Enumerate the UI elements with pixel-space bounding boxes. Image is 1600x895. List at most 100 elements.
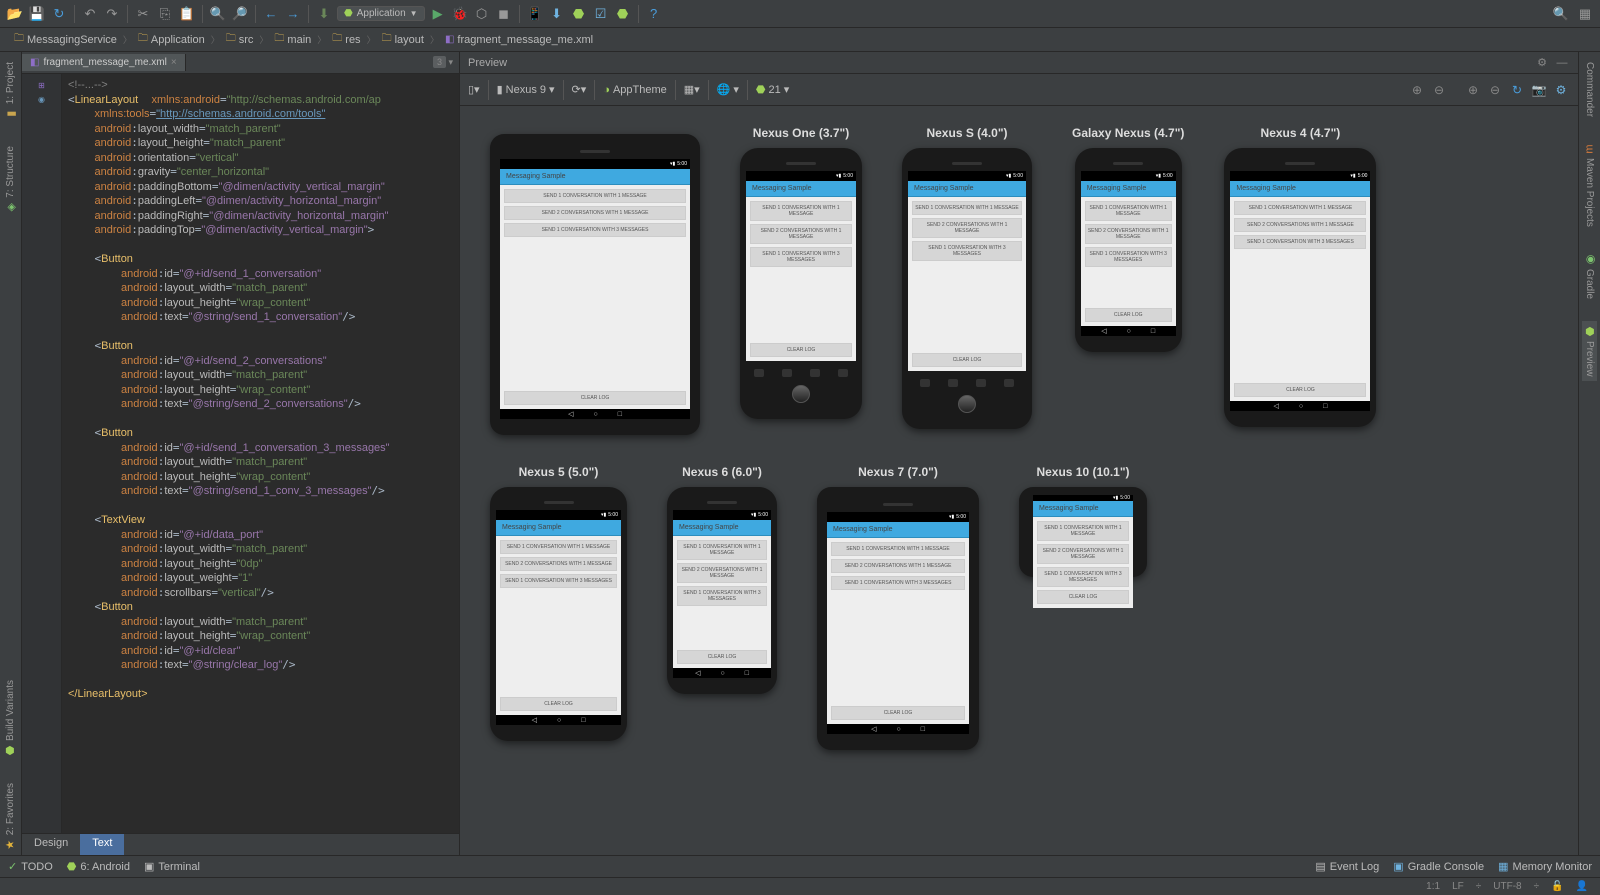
device-preview[interactable]: Nexus 10 (10.1")▾▮5:00Messaging SampleSE… xyxy=(1019,465,1147,750)
theme-dropdown[interactable]: ◑ AppTheme xyxy=(603,84,666,96)
code-editor[interactable]: <!--...--> <LinearLayout xmlns:android="… xyxy=(62,74,459,833)
tool-commander[interactable]: Commander xyxy=(1582,58,1597,121)
preview-title: Preview xyxy=(468,57,507,69)
forward-icon[interactable]: → xyxy=(284,5,302,23)
lint-icon[interactable]: ☑ xyxy=(592,5,610,23)
gear-icon[interactable]: ⚙ xyxy=(1534,55,1550,71)
settings-icon[interactable]: ⚙ xyxy=(1552,81,1570,99)
editor-tab[interactable]: ◧fragment_message_me.xml× xyxy=(22,54,186,71)
tool-build-variants[interactable]: ⬣Build Variants xyxy=(3,676,18,761)
breadcrumb-item[interactable]: 🗀layout xyxy=(378,29,428,50)
editor-tab-bar: ◧fragment_message_me.xml× 3 ▾ xyxy=(22,52,459,74)
run-icon[interactable]: ▶ xyxy=(429,5,447,23)
find-icon[interactable]: 🔍 xyxy=(209,5,227,23)
monitor-icon[interactable]: ⬣ xyxy=(570,5,588,23)
device-label: Nexus 10 (10.1") xyxy=(1036,465,1129,479)
breadcrumb-item[interactable]: 🗀res xyxy=(328,29,364,50)
tool-preview[interactable]: ⬣Preview xyxy=(1582,321,1597,381)
tool-android[interactable]: ⬣6: Android xyxy=(67,860,130,873)
debug-icon[interactable]: 🐞 xyxy=(451,5,469,23)
tool-todo[interactable]: ✓TODO xyxy=(8,860,53,873)
main-toolbar: 📂 💾 ↻ ↶ ↷ ✂ ⎘ 📋 🔍 🔎 ← → ⬇ ⬣Application▼ … xyxy=(0,0,1600,28)
api-dropdown[interactable]: ⬣21▾ xyxy=(756,83,789,96)
android-icon[interactable]: ⬣ xyxy=(614,5,632,23)
changes-badge: 3 xyxy=(433,56,446,68)
stop-icon[interactable]: ◼ xyxy=(495,5,513,23)
tool-memory[interactable]: ▦Memory Monitor xyxy=(1498,860,1592,873)
encoding[interactable]: UTF-8 xyxy=(1493,881,1521,892)
breadcrumb: 🗀MessagingService〉 🗀Application〉 🗀src〉 🗀… xyxy=(0,28,1600,52)
lock-icon[interactable]: 🔓 xyxy=(1551,881,1563,892)
minimize-icon[interactable]: — xyxy=(1554,55,1570,71)
device-preview[interactable]: Nexus 5 (5.0")▾▮5:00Messaging SampleSEND… xyxy=(490,465,627,750)
device-preview[interactable]: Nexus One (3.7")▾▮5:00Messaging SampleSE… xyxy=(740,126,862,435)
zoom-in-icon[interactable]: ⊕ xyxy=(1408,81,1426,99)
open-icon[interactable]: 📂 xyxy=(6,5,24,23)
preview-pane: Preview ⚙ — ▯▾ ▮ Nexus 9 ▾ ⟳▾ ◑ AppTheme… xyxy=(460,52,1578,855)
screenshot-icon[interactable]: 📷 xyxy=(1530,81,1548,99)
breadcrumb-item[interactable]: 🗀main xyxy=(270,29,315,50)
close-icon[interactable]: × xyxy=(171,57,177,68)
sdk-icon[interactable]: ⬇ xyxy=(548,5,566,23)
tab-design[interactable]: Design xyxy=(22,834,80,855)
copy-icon[interactable]: ⎘ xyxy=(156,5,174,23)
device-label: Nexus 6 (6.0") xyxy=(682,465,762,479)
device-label: Nexus 7 (7.0") xyxy=(858,465,938,479)
back-icon[interactable]: ← xyxy=(262,5,280,23)
redo-icon[interactable]: ↷ xyxy=(103,5,121,23)
undo-icon[interactable]: ↶ xyxy=(81,5,99,23)
hector-icon[interactable]: 👤 xyxy=(1576,881,1588,892)
device-preview[interactable]: Nexus S (4.0")▾▮5:00Messaging SampleSEND… xyxy=(902,126,1032,435)
tool-maven[interactable]: mMaven Projects xyxy=(1582,139,1597,231)
sync-icon[interactable]: ↻ xyxy=(50,5,68,23)
zoom-actual-icon[interactable]: ⊖ xyxy=(1486,81,1504,99)
tool-project[interactable]: ▮1: Project xyxy=(3,58,18,124)
attach-icon[interactable]: ⬡ xyxy=(473,5,491,23)
status-bar: 1:1 LF ÷ UTF-8 ÷ 🔓 👤 xyxy=(0,877,1600,895)
breadcrumb-item[interactable]: 🗀MessagingService xyxy=(10,29,121,50)
breadcrumb-item[interactable]: ◧fragment_message_me.xml xyxy=(441,32,597,48)
right-tool-rail: Commander mMaven Projects ◉Gradle ⬣Previ… xyxy=(1578,52,1600,855)
device-label: Nexus 4 (4.7") xyxy=(1261,126,1341,140)
device-preview[interactable]: Galaxy Nexus (4.7")▾▮5:00Messaging Sampl… xyxy=(1072,126,1184,435)
config-dropdown[interactable]: ▯▾ xyxy=(468,83,480,96)
tool-gradle-console[interactable]: ▣Gradle Console xyxy=(1393,860,1484,873)
orientation-dropdown[interactable]: ⟳▾ xyxy=(572,83,587,96)
save-icon[interactable]: 💾 xyxy=(28,5,46,23)
avd-icon[interactable]: 📱 xyxy=(526,5,544,23)
zoom-fit-icon[interactable]: ⊕ xyxy=(1464,81,1482,99)
device-label: Galaxy Nexus (4.7") xyxy=(1072,126,1184,140)
design-text-tabs: Design Text xyxy=(22,833,459,855)
run-config-dropdown[interactable]: ⬣Application▼ xyxy=(337,6,425,21)
device-preview[interactable]: Nexus 6 (6.0")▾▮5:00Messaging SampleSEND… xyxy=(667,465,777,750)
tool-favorites[interactable]: ★2: Favorites xyxy=(3,779,18,855)
bottom-tool-bar: ✓TODO ⬣6: Android ▣Terminal ▤Event Log ▣… xyxy=(0,855,1600,877)
refresh-icon[interactable]: ↻ xyxy=(1508,81,1526,99)
device-preview[interactable]: Nexus 7 (7.0")▾▮5:00Messaging SampleSEND… xyxy=(817,465,979,750)
tool-structure[interactable]: ◈7: Structure xyxy=(3,142,18,218)
device-dropdown[interactable]: ▮ Nexus 9 ▾ xyxy=(497,83,555,96)
tool-windows-icon[interactable]: ▦ xyxy=(1576,5,1594,23)
caret-position[interactable]: 1:1 xyxy=(1426,881,1440,892)
locale-dropdown[interactable]: 🌐▾ xyxy=(717,83,739,96)
activity-dropdown[interactable]: ▦▾ xyxy=(684,83,700,96)
tab-text[interactable]: Text xyxy=(80,834,124,855)
paste-icon[interactable]: 📋 xyxy=(178,5,196,23)
device-preview[interactable]: ▾▮5:00Messaging SampleSEND 1 CONVERSATIO… xyxy=(490,126,700,435)
build-icon[interactable]: ⬇ xyxy=(315,5,333,23)
left-tool-rail: ▮1: Project ◈7: Structure ⬣Build Variant… xyxy=(0,52,22,855)
line-separator[interactable]: LF xyxy=(1452,881,1464,892)
preview-canvas[interactable]: ▾▮5:00Messaging SampleSEND 1 CONVERSATIO… xyxy=(460,106,1578,855)
replace-icon[interactable]: 🔎 xyxy=(231,5,249,23)
tool-gradle[interactable]: ◉Gradle xyxy=(1582,249,1597,303)
cut-icon[interactable]: ✂ xyxy=(134,5,152,23)
help-icon[interactable]: ? xyxy=(645,5,663,23)
device-label: Nexus 5 (5.0") xyxy=(519,465,599,479)
device-preview[interactable]: Nexus 4 (4.7")▾▮5:00Messaging SampleSEND… xyxy=(1224,126,1376,435)
tool-event-log[interactable]: ▤Event Log xyxy=(1315,860,1379,873)
zoom-out-icon[interactable]: ⊖ xyxy=(1430,81,1448,99)
search-everywhere-icon[interactable]: 🔍 xyxy=(1552,5,1570,23)
breadcrumb-item[interactable]: 🗀Application xyxy=(134,29,209,50)
breadcrumb-item[interactable]: 🗀src xyxy=(222,29,258,50)
tool-terminal[interactable]: ▣Terminal xyxy=(144,860,200,873)
